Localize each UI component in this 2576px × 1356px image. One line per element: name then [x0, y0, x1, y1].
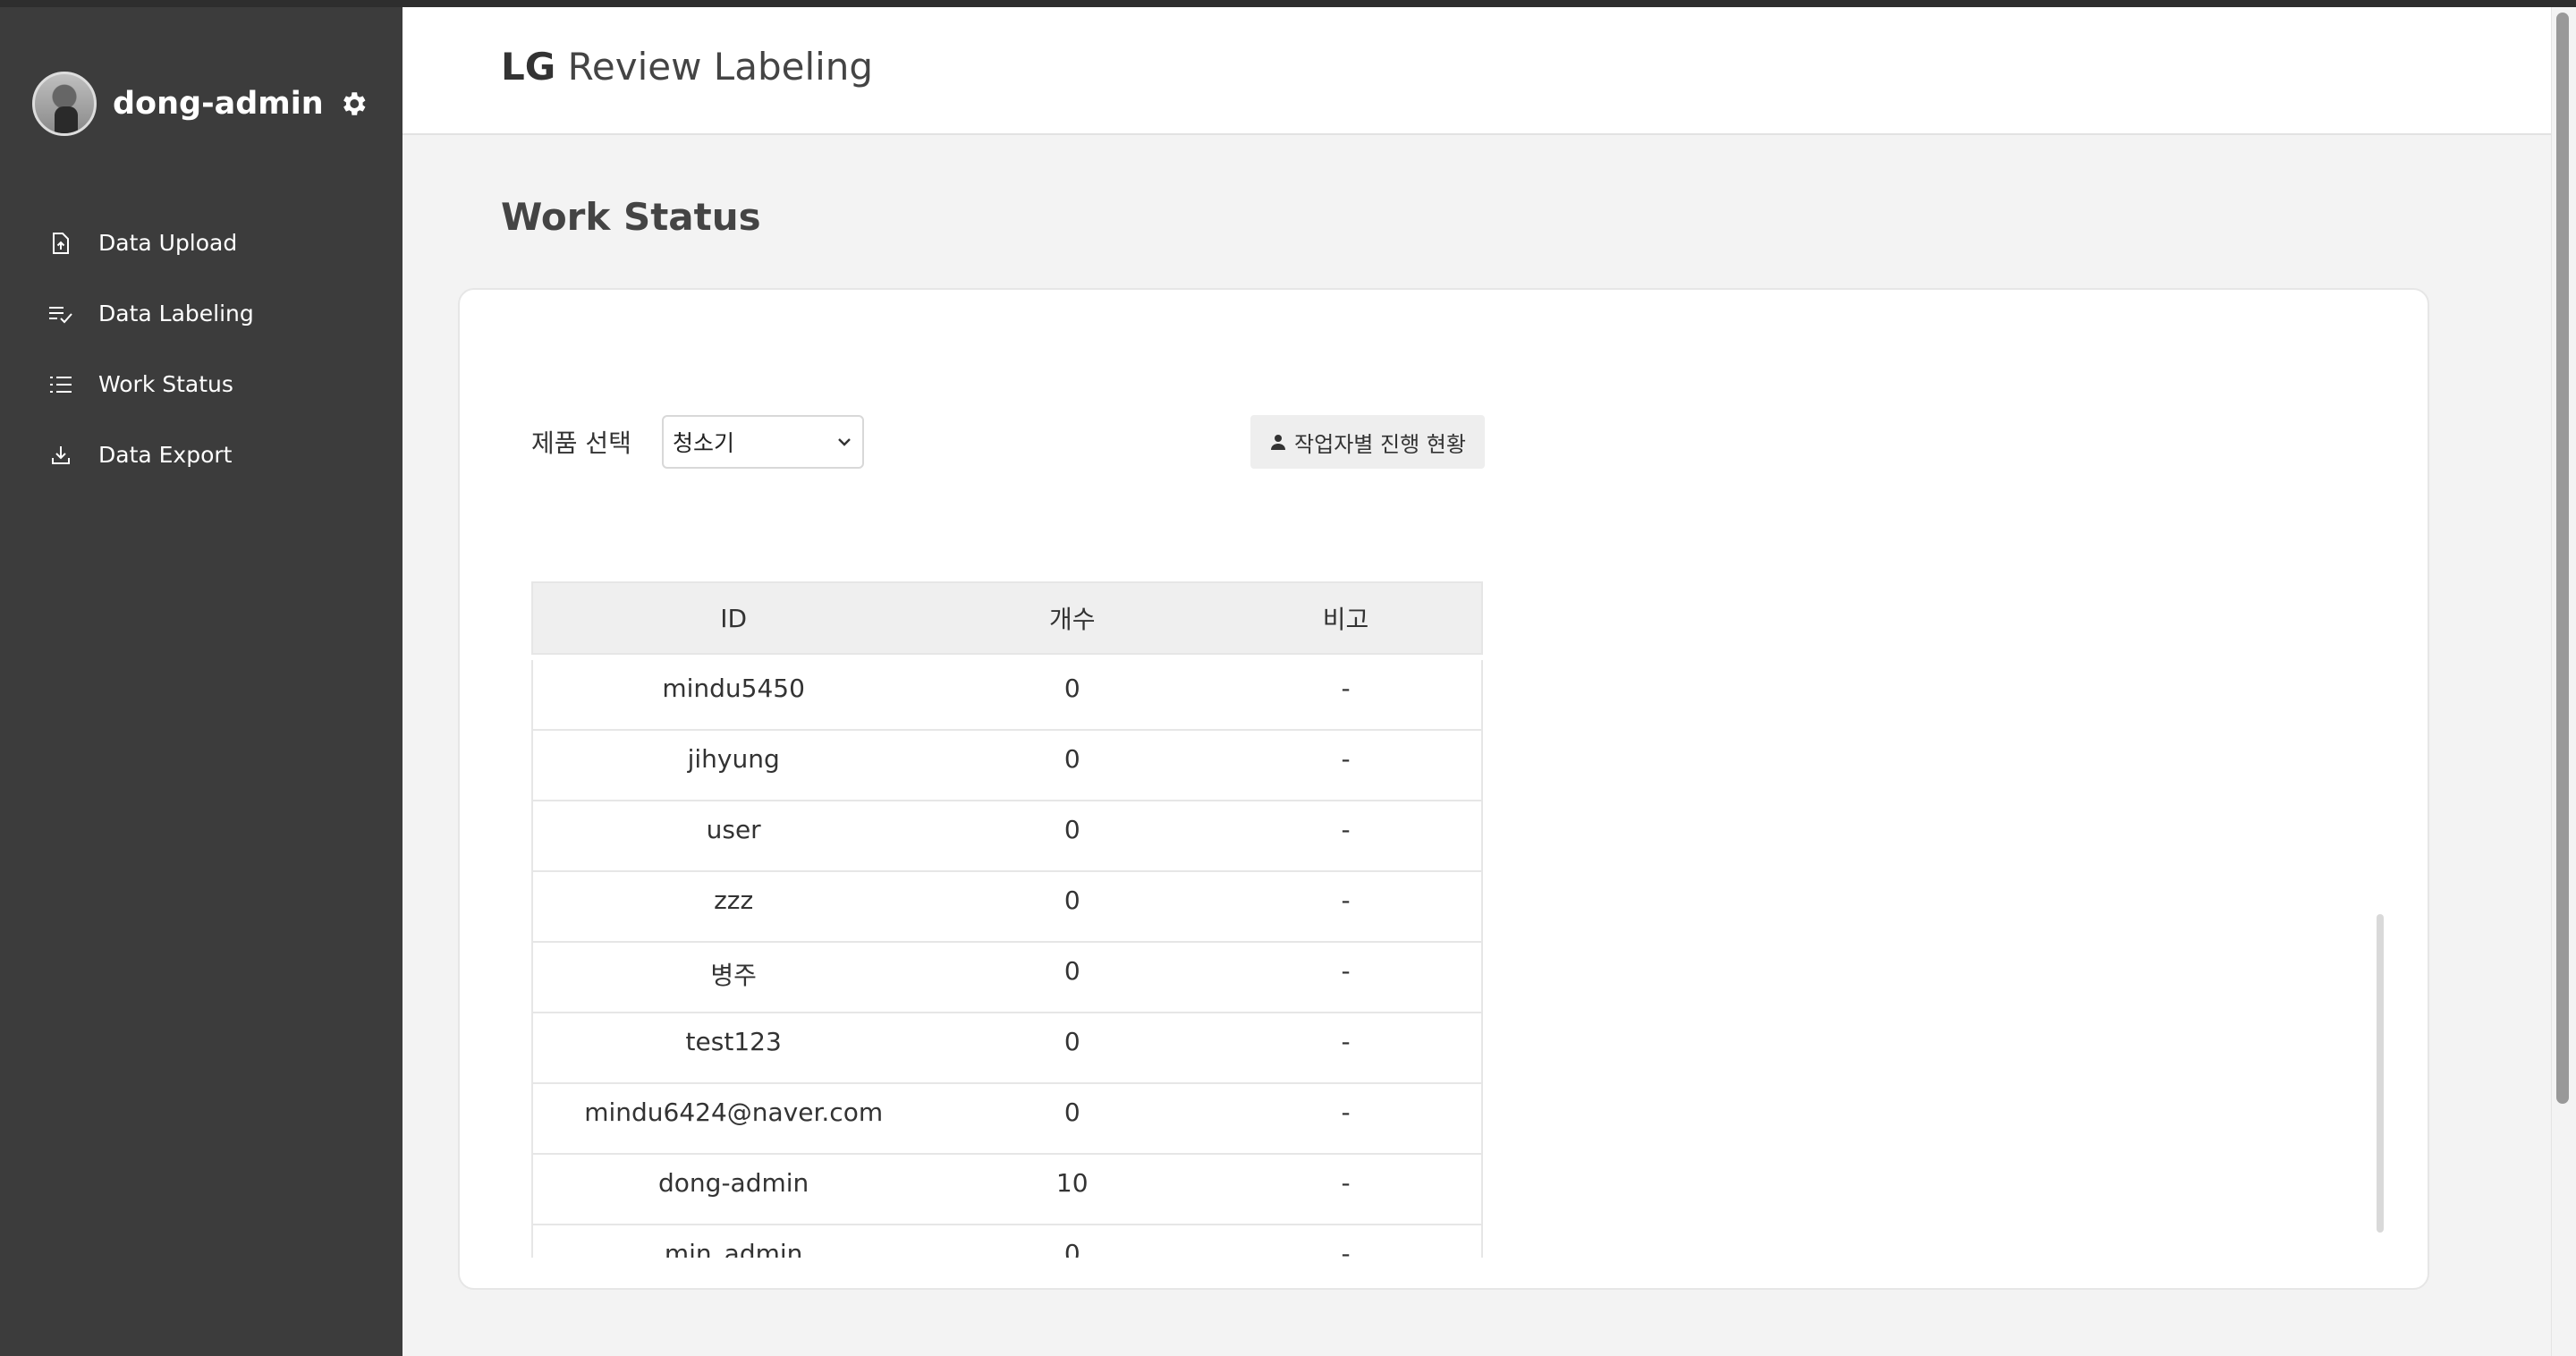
cell-id: zzz [714, 886, 754, 915]
cell-id: mindu6424@naver.com [584, 1098, 884, 1127]
sidebar-item-data-export[interactable]: Data Export [48, 420, 254, 490]
sidebar-item-label: Work Status [98, 371, 233, 397]
cell-count: 0 [1063, 815, 1080, 844]
sidebar-item-work-status[interactable]: Work Status [48, 349, 254, 420]
cell-id: jihyung [687, 744, 780, 774]
cell-note: - [1341, 1098, 1351, 1127]
username: dong-admin [113, 86, 324, 122]
brand-logo: LG [501, 45, 556, 89]
column-header-count: 개수 [1048, 605, 1096, 634]
table-row: mindu5450 0 - [531, 660, 1483, 731]
cell-id: dong-admin [658, 1168, 809, 1198]
column-header-id: ID [720, 603, 748, 633]
table-row: 병주 0 - [531, 943, 1483, 1013]
table-scrollbar[interactable] [2377, 914, 2384, 1233]
cell-count: 0 [1063, 956, 1080, 986]
user-profile: dong-admin [32, 72, 369, 136]
file-upload-icon [48, 231, 73, 256]
table-row: jihyung 0 - [531, 731, 1483, 801]
sidebar-nav: Data Upload Data Labeling Work Status Da… [48, 208, 254, 490]
sidebar-item-label: Data Upload [98, 230, 238, 256]
cell-count: 10 [1055, 1168, 1089, 1198]
status-table[interactable]: ID 개수 비고 mindu5450 0 - jihyung 0 - user 0 - zzz 0 -… [531, 581, 1483, 1258]
app-title-text: Review Labeling [567, 45, 874, 89]
product-select-label: 제품 선택 [531, 428, 631, 458]
table-row: mindu6424@naver.com 0 - [531, 1084, 1483, 1155]
worker-progress-button[interactable]: 작업자별 진행 현황 [1250, 415, 1485, 469]
table-row: user 0 - [531, 801, 1483, 872]
table-row: dong-admin 10 - [531, 1155, 1483, 1225]
sidebar-item-data-upload[interactable]: Data Upload [48, 208, 254, 278]
gear-icon[interactable] [338, 89, 369, 119]
table-body: mindu5450 0- jihyung 0- user 0- zzz 0- 병주 0- test1… [531, 660, 1483, 1258]
table-row: zzz 0 - [531, 872, 1483, 943]
cell-count: 0 [1063, 674, 1080, 703]
cell-id: mindu5450 [662, 674, 805, 703]
main-content: LG Review Labeling Work Status 제품 선택 청소기… [402, 7, 2551, 1356]
cell-count: 0 [1063, 1027, 1080, 1056]
table-row: min_admin 0 - [531, 1225, 1483, 1258]
product-select-value: 청소기 [673, 430, 735, 456]
cell-count: 0 [1063, 744, 1080, 774]
cell-note: - [1341, 1027, 1351, 1056]
cell-note: - [1341, 1239, 1351, 1258]
cell-note: - [1341, 886, 1351, 915]
chevron-down-icon [834, 431, 855, 453]
table-header-row: ID 개수 비고 [531, 581, 1483, 655]
cell-id: test123 [685, 1027, 782, 1056]
work-status-card: 제품 선택 청소기 작업자별 진행 현황 ID 개수 비고 mindu5450 0… [458, 288, 2429, 1290]
cell-id: min_admin [664, 1239, 803, 1258]
product-select[interactable]: 청소기 [662, 415, 864, 469]
cell-note: - [1341, 674, 1351, 703]
cell-id: user [706, 815, 761, 844]
cell-note: - [1341, 956, 1351, 986]
avatar[interactable] [32, 72, 97, 136]
cell-count: 0 [1063, 1098, 1080, 1127]
person-icon [1269, 433, 1287, 451]
sidebar-item-label: Data Export [98, 442, 233, 468]
window-scrollbar-thumb[interactable] [2556, 13, 2569, 1104]
download-icon [48, 443, 73, 468]
worker-progress-label: 작업자별 진행 현황 [1294, 431, 1466, 457]
sidebar-item-label: Data Labeling [98, 301, 254, 326]
column-header-note: 비고 [1322, 605, 1369, 634]
list-check-icon [48, 301, 73, 326]
cell-note: - [1341, 1168, 1351, 1198]
sidebar: dong-admin Data Upload Data Labeling Wor… [0, 7, 402, 1356]
app-header: LG Review Labeling [402, 7, 2551, 135]
cell-count: 0 [1063, 1239, 1080, 1258]
cell-id: 병주 [710, 961, 757, 990]
page-title: Work Status [501, 195, 761, 239]
list-icon [48, 372, 73, 397]
sidebar-item-data-labeling[interactable]: Data Labeling [48, 278, 254, 349]
cell-count: 0 [1063, 886, 1080, 915]
cell-note: - [1341, 815, 1351, 844]
app-title: LG Review Labeling [501, 45, 873, 89]
table-row: test123 0 - [531, 1013, 1483, 1084]
cell-note: - [1341, 744, 1351, 774]
window-top-strip [0, 0, 2576, 7]
